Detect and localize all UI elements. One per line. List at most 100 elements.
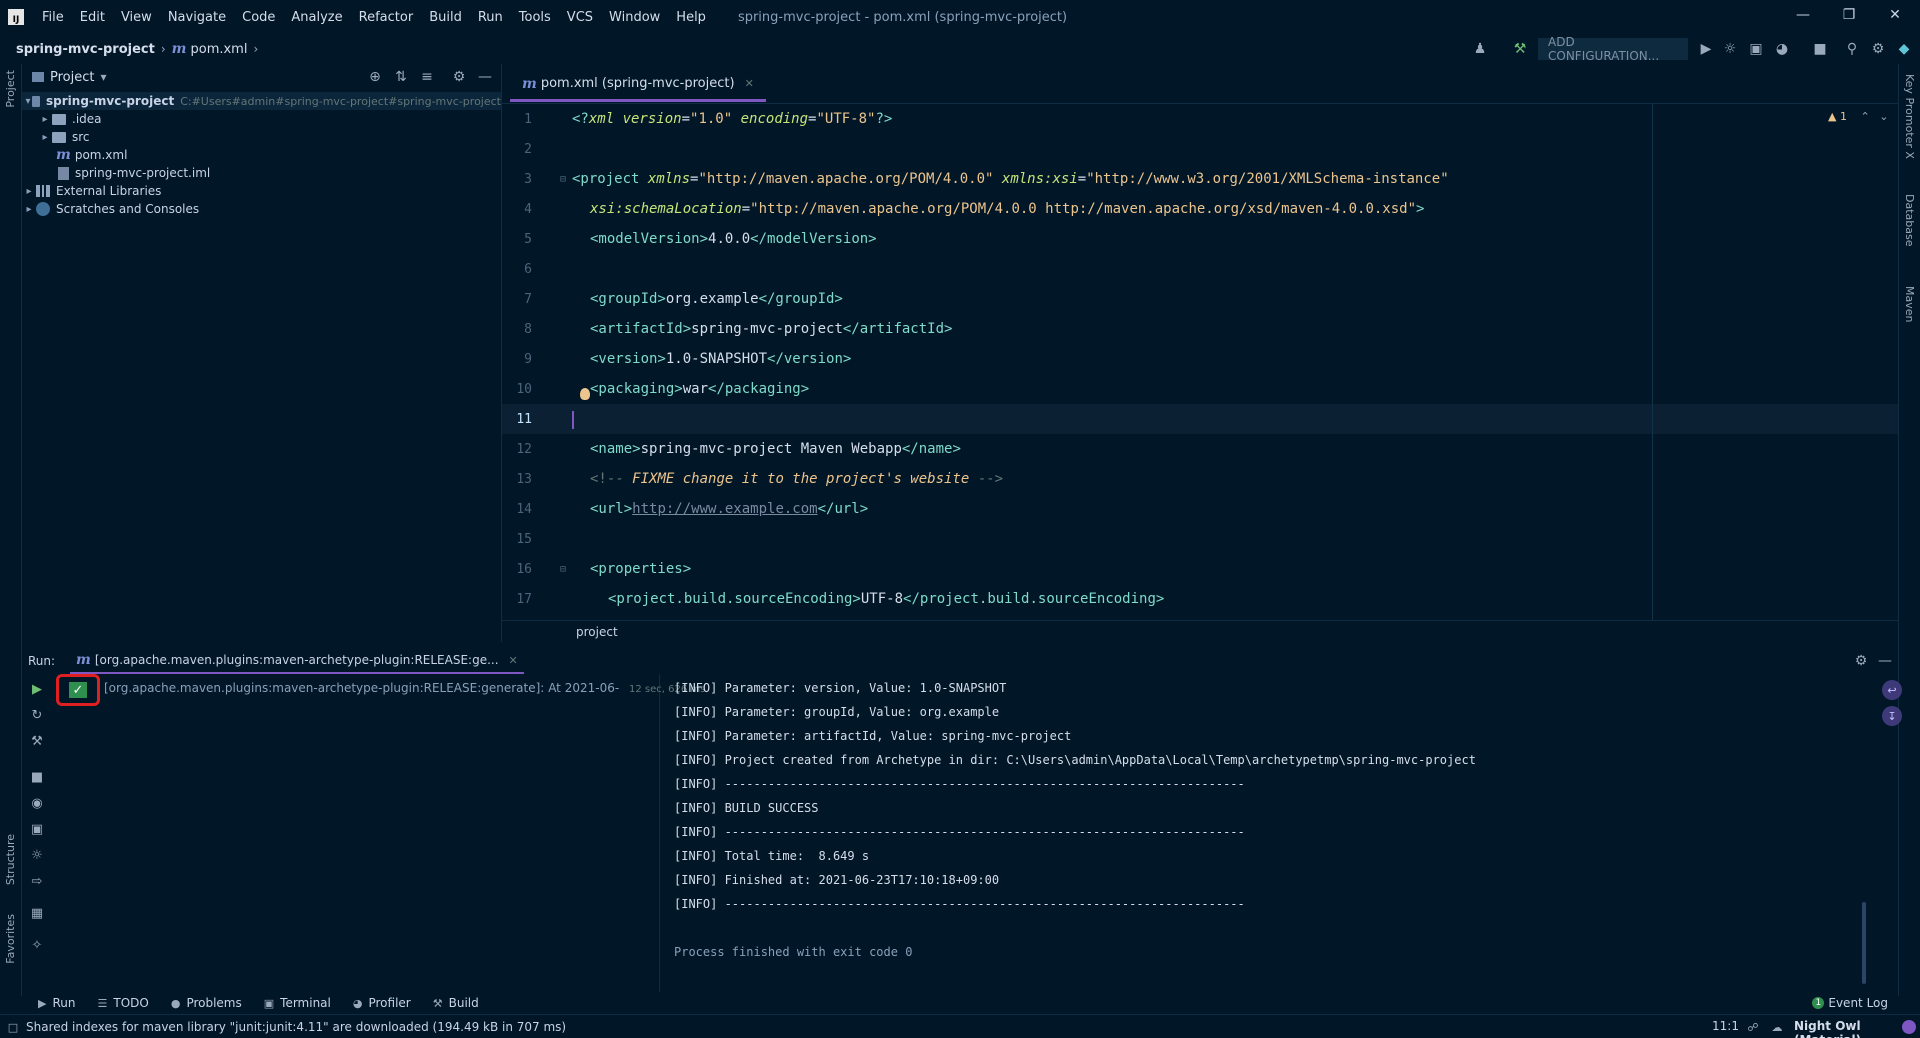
menu-help[interactable]: Help [668,10,714,25]
favorites-tool-tab[interactable]: Favorites [4,914,17,964]
tree-item-root[interactable]: ▾ spring-mvc-project C:#Users#admin#spri… [22,92,501,110]
layout-icon[interactable]: ▦ [28,904,46,922]
chevron-down-icon[interactable]: ⌄ [1879,110,1888,123]
run-tab[interactable]: m [org.apache.maven.plugins:maven-archet… [70,648,524,674]
gear-icon[interactable]: ⚙ [450,68,468,86]
camera-icon[interactable]: ▣ [28,820,46,838]
profile-icon[interactable]: ◕ [1772,39,1792,59]
chevron-up-icon[interactable]: ⌃ [1860,110,1869,123]
menu-refactor[interactable]: Refactor [351,10,422,25]
database-tool-tab[interactable]: Database [1903,194,1916,247]
tool-tab-build[interactable]: ⚒ Build [427,996,485,1010]
chevron-right-icon[interactable]: ▸ [38,114,52,125]
tool-tab-terminal[interactable]: ▣ Terminal [258,996,337,1010]
chevron-down-icon[interactable]: ▾ [24,96,32,107]
tree-item-external-libraries[interactable]: ▸ External Libraries [22,182,161,200]
tree-item-scratches[interactable]: ▸ Scratches and Consoles [22,200,199,218]
tree-item-idea[interactable]: ▸ .idea [38,110,101,128]
breadcrumb-project-tag[interactable]: project [576,625,618,639]
close-icon[interactable]: ✕ [1872,0,1918,30]
breadcrumb-project[interactable]: spring-mvc-project [16,42,155,57]
panel-toggle-icon[interactable]: □ [6,1020,20,1034]
menu-file[interactable]: File [34,10,72,25]
theme-icon[interactable] [1902,1020,1916,1034]
stop-icon[interactable]: ■ [28,768,46,786]
fold-icon[interactable]: ⊟ [560,174,566,185]
menu-run[interactable]: Run [470,10,511,25]
tool-tab-run[interactable]: ▶ Run [32,996,81,1010]
rerun-failed-icon[interactable]: ↻ [28,706,46,724]
locate-icon[interactable]: ⊕ [366,68,384,86]
console-scrollbar[interactable] [1862,902,1866,984]
hide-panel-icon[interactable]: — [1876,652,1894,670]
restore-icon[interactable]: ❐ [1826,0,1872,30]
key-promoter-tool-tab[interactable]: Key Promoter X [1903,74,1916,159]
scroll-to-end-icon[interactable]: ↧ [1882,706,1902,726]
tab-pom-xml[interactable]: m pom.xml (spring-mvc-project) ✕ [510,68,766,102]
eye-icon[interactable]: ◉ [28,794,46,812]
maven-tool-tab[interactable]: Maven [1903,286,1916,322]
tool-tab-problems[interactable]: ● Problems [165,996,248,1010]
minimize-icon[interactable]: — [1780,0,1826,30]
pin-icon[interactable]: ✧ [28,936,46,954]
menu-window[interactable]: Window [601,10,668,25]
tool-tab-todo[interactable]: ☰ TODO [91,996,154,1010]
code-editor[interactable]: 1 <?xml version="1.0" encoding="UTF-8"?>… [502,104,1898,620]
debug-icon[interactable]: ☼ [1720,39,1740,59]
tree-item-pom[interactable]: m pom.xml [56,146,127,164]
menu-code[interactable]: Code [234,10,283,25]
run-icon[interactable]: ▶ [1696,39,1716,59]
menu-build[interactable]: Build [421,10,470,25]
menu-edit[interactable]: Edit [72,10,113,25]
run-tree-entry[interactable]: [org.apache.maven.plugins:maven-archetyp… [104,681,705,695]
coverage-icon[interactable]: ▣ [1746,39,1766,59]
theme-name[interactable]: Night Owl (Material) [1794,1019,1920,1038]
collapse-all-icon[interactable]: ≡ [418,68,436,86]
project-view-selector[interactable]: Project [50,70,94,85]
tree-item-src[interactable]: ▸ src [38,128,89,146]
search-icon[interactable]: ⚲ [1842,39,1862,59]
menu-tools[interactable]: Tools [511,10,559,25]
stop-icon[interactable]: ■ [1810,39,1830,59]
rerun-icon[interactable]: ▶ [28,680,46,698]
gear-icon[interactable]: ⚙ [1868,39,1888,59]
plugin-icon[interactable]: ◆ [1894,39,1914,59]
url-link[interactable]: http://www.example.com [632,501,817,517]
lock-icon[interactable]: ☍ [1746,1020,1760,1034]
chevron-right-icon[interactable]: ▸ [38,132,52,143]
status-message[interactable]: Shared indexes for maven library "junit:… [26,1020,566,1034]
chevron-down-icon[interactable]: ▾ [100,70,106,84]
editor-tab-bar: m pom.xml (spring-mvc-project) ✕ [502,64,1898,104]
warning-indicator[interactable]: ▲ 1 ⌃ ⌄ [1828,110,1888,123]
project-tool-tab[interactable]: Project [4,70,17,108]
tree-item-iml[interactable]: spring-mvc-project.iml [58,164,210,182]
tool-tab-profiler[interactable]: ◕ Profiler [347,996,417,1010]
wrench-icon[interactable]: ⚒ [28,732,46,750]
settings-debug-icon[interactable]: ☼ [28,846,46,864]
hide-panel-icon[interactable]: — [476,68,494,86]
soft-wrap-icon[interactable]: ↩ [1882,680,1902,700]
gear-icon[interactable]: ⚙ [1852,652,1870,670]
event-log-button[interactable]: 1 Event Log [1812,992,1888,1014]
menu-view[interactable]: View [113,10,160,25]
hammer-build-icon[interactable]: ⚒ [1510,39,1530,59]
chevron-right-icon[interactable]: ▸ [22,204,36,215]
caret-position[interactable]: 11:1 [1712,1019,1739,1033]
chevron-right-icon[interactable]: ▸ [22,186,36,197]
fold-icon[interactable]: ⊟ [560,564,566,575]
cloud-icon[interactable]: ☁ [1770,1020,1784,1034]
login-icon[interactable]: ⇨ [28,872,46,890]
close-tab-icon[interactable]: ✕ [509,654,518,667]
lightbulb-icon[interactable] [580,388,590,400]
breadcrumb-file[interactable]: m pom.xml [172,41,248,57]
menu-navigate[interactable]: Navigate [160,10,234,25]
menu-vcs[interactable]: VCS [559,10,601,25]
menu-analyze[interactable]: Analyze [283,10,350,25]
add-configuration-button[interactable]: ADD CONFIGURATION... [1538,35,1688,63]
console-output[interactable]: [INFO] Parameter: version, Value: 1.0-SN… [660,674,1902,992]
structure-tool-tab[interactable]: Structure [4,834,17,885]
close-tab-icon[interactable]: ✕ [745,77,754,90]
user-icon[interactable]: ♟ [1470,39,1490,59]
expand-all-icon[interactable]: ⇅ [392,68,410,86]
success-check-icon[interactable]: ✓ [69,682,87,698]
